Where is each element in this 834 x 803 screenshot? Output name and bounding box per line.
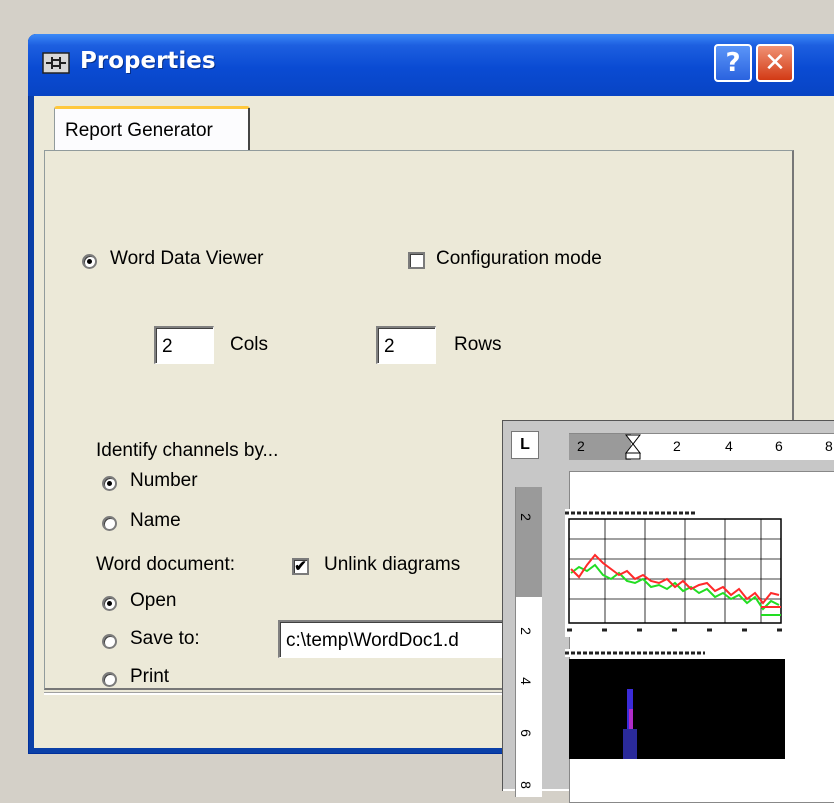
hruler-number: 6 bbox=[775, 438, 783, 454]
vruler-number: 2 bbox=[517, 513, 534, 521]
hruler-number: 2 bbox=[673, 438, 681, 454]
word-preview-window: L 2 2 4 6 8 2 2 4 6 8 bbox=[502, 420, 834, 803]
tab-edge bbox=[248, 108, 250, 152]
configuration-mode-checkbox[interactable] bbox=[408, 252, 425, 269]
help-button[interactable]: ? bbox=[714, 44, 752, 82]
embedded-spectrogram-chart-icon bbox=[565, 649, 785, 759]
save-path-input[interactable]: c:\temp\WordDoc1.d bbox=[278, 620, 518, 658]
indent-marker-icon[interactable] bbox=[625, 434, 641, 460]
cols-input[interactable]: 2 bbox=[154, 326, 214, 364]
word-data-viewer-label: Word Data Viewer bbox=[110, 248, 264, 269]
name-label: Name bbox=[130, 510, 181, 531]
save-to-label: Save to: bbox=[130, 628, 200, 649]
title-bar[interactable]: Properties ? ✕ bbox=[28, 34, 834, 96]
identify-channels-label: Identify channels by... bbox=[96, 440, 279, 461]
vruler-number: 2 bbox=[517, 627, 534, 635]
rows-input[interactable]: 2 bbox=[376, 326, 436, 364]
vertical-ruler[interactable]: 2 2 4 6 8 bbox=[515, 487, 542, 797]
vruler-number: 4 bbox=[517, 677, 534, 685]
tab-stop-selector[interactable]: L bbox=[511, 431, 539, 459]
vruler-number: 6 bbox=[517, 729, 534, 737]
open-label: Open bbox=[130, 590, 177, 611]
window-title: Properties bbox=[80, 48, 216, 74]
unlink-diagrams-checkbox[interactable]: ✔ bbox=[292, 558, 309, 575]
word-document-label: Word document: bbox=[96, 554, 236, 575]
number-label: Number bbox=[130, 470, 198, 491]
word-data-viewer-radio[interactable] bbox=[82, 254, 97, 269]
properties-app-icon bbox=[42, 52, 70, 74]
hruler-number: 4 bbox=[725, 438, 733, 454]
name-radio[interactable] bbox=[102, 516, 117, 531]
unlink-diagrams-label: Unlink diagrams bbox=[324, 554, 461, 575]
print-radio[interactable] bbox=[102, 672, 117, 687]
save-to-radio[interactable] bbox=[102, 634, 117, 649]
number-radio[interactable] bbox=[102, 476, 117, 491]
close-button[interactable]: ✕ bbox=[756, 44, 794, 82]
embedded-spectrum-chart-icon bbox=[565, 509, 785, 637]
cols-label: Cols bbox=[230, 334, 269, 355]
tab-report-generator[interactable]: Report Generator bbox=[54, 106, 250, 152]
print-label: Print bbox=[130, 666, 170, 687]
rows-label: Rows bbox=[454, 334, 502, 355]
configuration-mode-label: Configuration mode bbox=[436, 248, 602, 269]
horizontal-ruler[interactable]: 2 2 4 6 8 bbox=[569, 433, 834, 460]
vruler-number: 8 bbox=[517, 781, 534, 789]
open-radio[interactable] bbox=[102, 596, 117, 611]
ruler-margin bbox=[516, 487, 542, 597]
hruler-number: 2 bbox=[577, 438, 585, 454]
hruler-number: 8 bbox=[825, 438, 833, 454]
